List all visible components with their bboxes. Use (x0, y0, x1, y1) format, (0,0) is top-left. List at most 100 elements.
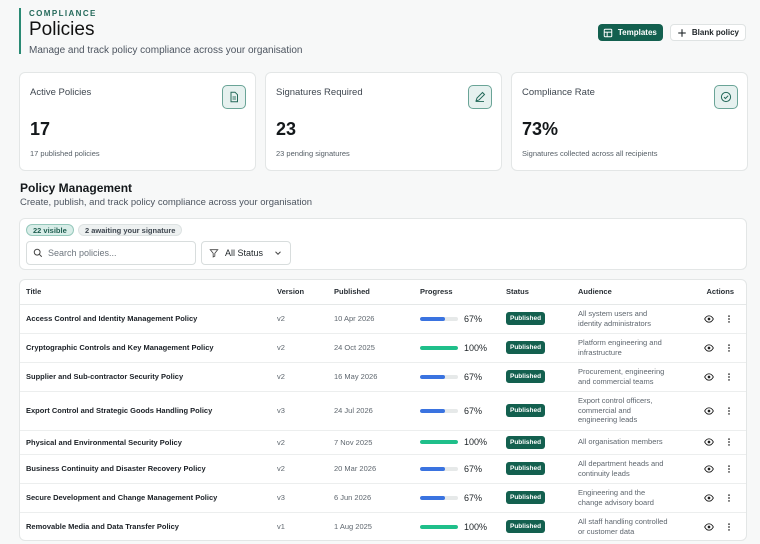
policy-version: v2 (271, 454, 328, 484)
policy-version: v2 (271, 362, 328, 392)
progress-bar-fill (420, 345, 458, 350)
policy-progress: 100% (414, 512, 500, 540)
progress-percent: 100% (464, 342, 488, 353)
eye-icon[interactable] (704, 372, 714, 382)
policy-status: Published (500, 333, 572, 363)
eye-icon[interactable] (704, 437, 714, 447)
policy-status: Published (500, 430, 572, 455)
policy-audience: All system users and identity administra… (572, 304, 682, 334)
eyebrow-label: COMPLIANCE (29, 9, 97, 18)
column-header-audience[interactable]: Audience (572, 280, 682, 305)
status-badge: Published (506, 520, 546, 533)
eye-icon[interactable] (704, 522, 714, 532)
more-vertical-icon[interactable] (724, 522, 734, 532)
row-actions (682, 304, 746, 334)
table-row[interactable]: Physical and Environmental Security Poli… (20, 430, 746, 455)
policy-audience: Procurement, engineering and commercial … (572, 362, 682, 392)
card-note: Signatures collected across all recipien… (522, 149, 658, 158)
document-icon (222, 85, 246, 109)
policy-published-date: 24 Oct 2025 (328, 333, 414, 363)
table-row[interactable]: Business Continuity and Disaster Recover… (20, 454, 746, 484)
card-value: 73% (522, 119, 559, 139)
policy-title[interactable]: Physical and Environmental Security Poli… (20, 430, 271, 455)
table-row[interactable]: Removable Media and Data Transfer Policy… (20, 512, 746, 540)
search-box[interactable] (26, 241, 196, 265)
progress-percent: 100% (464, 521, 488, 532)
column-header-version[interactable]: Version (271, 280, 328, 305)
table-header-row: Title Version Published Progress Status … (20, 280, 746, 305)
blank-policy-label: Blank policy (691, 28, 739, 37)
policy-version: v2 (271, 430, 328, 455)
policy-published-date: 24 Jul 2026 (328, 391, 414, 431)
more-vertical-icon[interactable] (724, 343, 734, 353)
status-badge: Published (506, 312, 546, 325)
table-row[interactable]: Secure Development and Change Management… (20, 483, 746, 513)
section-title: Policy Management (20, 181, 133, 195)
policies-table: Title Version Published Progress Status … (19, 279, 747, 541)
status-filter-select[interactable]: All Status (201, 241, 291, 265)
more-vertical-icon[interactable] (724, 314, 734, 324)
blank-policy-button[interactable]: Blank policy (669, 24, 746, 41)
column-header-status[interactable]: Status (500, 280, 572, 305)
card-label: Signatures Required (276, 87, 363, 98)
progress-percent: 67% (464, 405, 483, 416)
policy-status: Published (500, 304, 572, 334)
row-actions (682, 430, 746, 455)
card-value: 23 (276, 119, 297, 139)
policy-title[interactable]: Removable Media and Data Transfer Policy (20, 512, 271, 540)
policy-version: v3 (271, 391, 328, 431)
status-badge: Published (506, 491, 546, 504)
policy-title[interactable]: Cryptographic Controls and Key Managemen… (20, 333, 271, 363)
policy-version: v2 (271, 333, 328, 363)
more-vertical-icon[interactable] (724, 406, 734, 416)
progress-bar-fill (420, 316, 446, 321)
chevron-down-icon (275, 251, 281, 255)
progress-bar-fill (420, 466, 446, 471)
policy-title[interactable]: Business Continuity and Disaster Recover… (20, 454, 271, 484)
progress-percent: 100% (464, 437, 488, 447)
policy-audience: All department heads and continuity lead… (572, 454, 682, 484)
visible-count-chip[interactable]: 22 visible (26, 224, 74, 236)
column-header-actions: Actions (682, 280, 746, 305)
more-vertical-icon[interactable] (724, 372, 734, 382)
policy-progress: 100% (414, 430, 500, 455)
policy-published-date: 20 Mar 2026 (328, 454, 414, 484)
policy-title[interactable]: Supplier and Sub-contractor Security Pol… (20, 362, 271, 392)
progress-bar (420, 408, 458, 413)
search-icon (33, 248, 43, 258)
policy-status: Published (500, 362, 572, 392)
column-header-published[interactable]: Published (328, 280, 414, 305)
card-value: 17 (30, 119, 51, 139)
awaiting-signature-chip[interactable]: 2 awaiting your signature (78, 224, 183, 236)
table-row[interactable]: Cryptographic Controls and Key Managemen… (20, 333, 746, 363)
filter-bar: 22 visible 2 awaiting your signature All… (19, 218, 747, 270)
table-row[interactable]: Access Control and Identity Management P… (20, 304, 746, 334)
row-actions (682, 454, 746, 484)
column-header-title[interactable]: Title (20, 280, 271, 305)
eye-icon[interactable] (704, 493, 714, 503)
more-vertical-icon[interactable] (724, 464, 734, 474)
table-row[interactable]: Supplier and Sub-contractor Security Pol… (20, 362, 746, 392)
table-row[interactable]: Export Control and Strategic Goods Handl… (20, 391, 746, 431)
policy-title[interactable]: Access Control and Identity Management P… (20, 304, 271, 334)
more-vertical-icon[interactable] (724, 437, 734, 447)
policy-progress: 67% (414, 391, 500, 431)
policy-audience: All staff handling controlled or custome… (572, 512, 682, 540)
eye-icon[interactable] (704, 464, 714, 474)
eye-icon[interactable] (704, 314, 714, 324)
policy-progress: 67% (414, 362, 500, 392)
policy-status: Published (500, 391, 572, 431)
more-vertical-icon[interactable] (724, 493, 734, 503)
progress-percent: 67% (464, 492, 483, 503)
eye-icon[interactable] (704, 406, 714, 416)
eye-icon[interactable] (704, 343, 714, 353)
policy-title[interactable]: Secure Development and Change Management… (20, 483, 271, 513)
search-input[interactable] (48, 248, 188, 258)
policy-version: v2 (271, 304, 328, 334)
header-actions: Templates Blank policy (597, 24, 746, 41)
row-actions (682, 512, 746, 540)
progress-bar (420, 524, 458, 529)
policy-title[interactable]: Export Control and Strategic Goods Handl… (20, 391, 271, 431)
templates-button[interactable]: Templates (597, 24, 663, 41)
column-header-progress[interactable]: Progress (414, 280, 500, 305)
